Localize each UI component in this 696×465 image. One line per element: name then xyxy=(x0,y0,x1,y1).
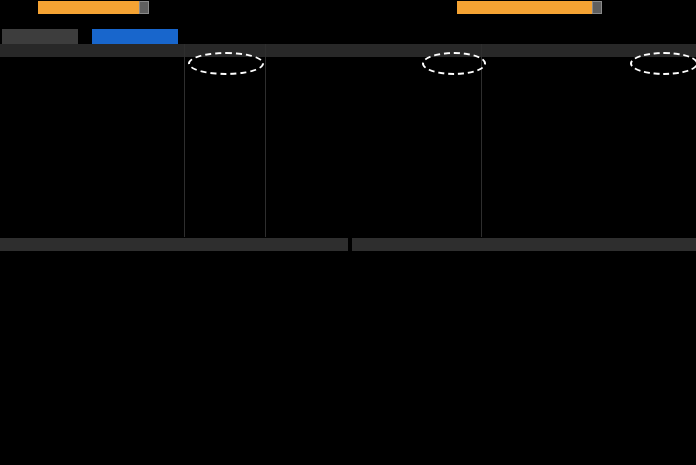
historical-analysis-chart xyxy=(0,251,348,465)
bloomberg-earnings-screen xyxy=(0,0,696,465)
tab-surprise[interactable] xyxy=(2,29,78,44)
column-separator xyxy=(184,44,185,237)
table-header xyxy=(0,44,696,57)
price-reaction-header xyxy=(352,238,696,251)
historical-analysis-header xyxy=(0,238,348,251)
toolbar xyxy=(0,0,696,15)
price-reaction-chart xyxy=(350,251,696,465)
periodicity-dropdown-arrow-icon[interactable] xyxy=(592,1,602,14)
column-separator xyxy=(265,44,266,237)
column-separator xyxy=(481,44,482,237)
range-dropdown[interactable] xyxy=(38,1,141,14)
range-dropdown-arrow-icon[interactable] xyxy=(139,1,149,14)
periodicity-dropdown[interactable] xyxy=(457,1,594,14)
tab-growth[interactable] xyxy=(92,29,178,44)
